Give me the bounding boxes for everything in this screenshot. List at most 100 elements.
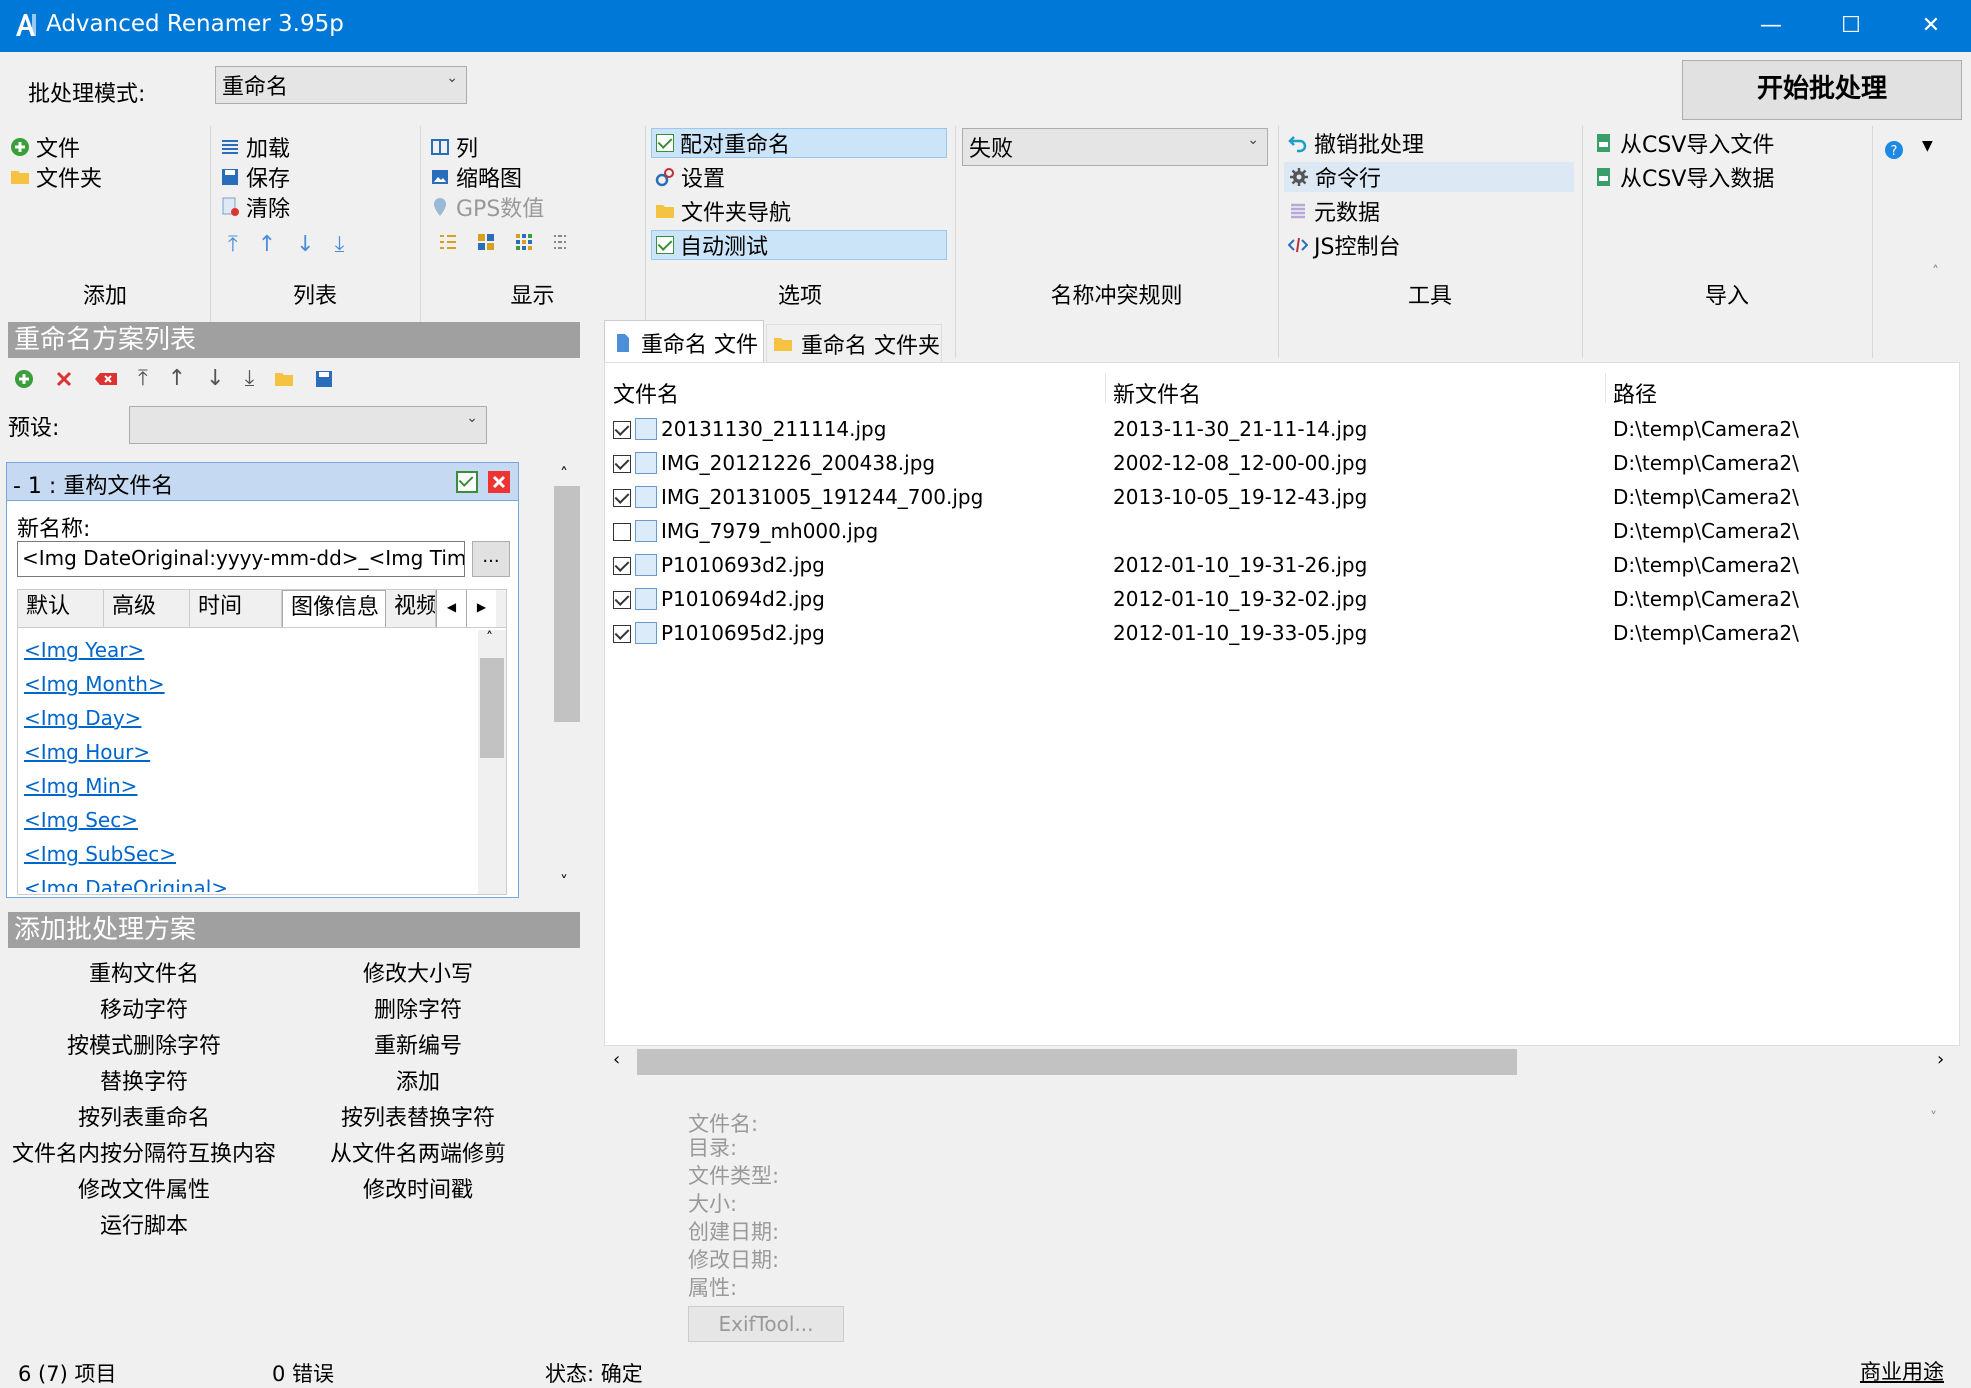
save-icon[interactable] <box>314 369 334 389</box>
methods-scrollbar[interactable]: ˄ ˅ <box>552 462 580 898</box>
file-row-checkbox[interactable] <box>613 557 631 575</box>
scroll-up-icon[interactable]: ˄ <box>560 464 568 483</box>
auto-test-toggle[interactable]: 自动测试 <box>651 230 947 260</box>
import-csv-files-button[interactable]: 从CSV导入文件 <box>1590 128 1774 158</box>
new-name-input[interactable]: <Img DateOriginal:yyyy-mm-dd>_<Img TimeO <box>17 541 465 577</box>
move-bottom-icon[interactable]: ⤓ <box>335 232 345 257</box>
add-method-button[interactable]: 替换字符 <box>8 1064 280 1100</box>
add-method-button[interactable]: 按列表重命名 <box>8 1100 280 1136</box>
pair-rename-toggle[interactable]: 配对重命名 <box>651 128 947 158</box>
file-list-hscrollbar[interactable]: ‹ › <box>605 1047 1959 1077</box>
scroll-left-icon[interactable]: ‹ <box>613 1049 620 1070</box>
remove-method-icon[interactable] <box>54 369 74 389</box>
gps-button[interactable]: GPS数值 <box>430 192 572 222</box>
file-row-checkbox[interactable] <box>613 455 631 473</box>
folder-navigation-button[interactable]: 文件夹导航 <box>651 196 947 226</box>
save-button[interactable]: 保存 <box>220 162 344 192</box>
name-conflict-select[interactable]: 失败 ⌄ <box>962 128 1268 166</box>
metadata-button[interactable]: 元数据 <box>1284 196 1574 226</box>
exiftool-button[interactable]: ExifTool... <box>688 1306 844 1342</box>
tab-default[interactable]: 默认 <box>18 590 104 627</box>
file-row-checkbox[interactable] <box>613 625 631 643</box>
file-row[interactable]: P1010694d2.jpg 2012-01-10_19-32-02.jpg D:\… <box>605 583 1955 617</box>
open-folder-icon[interactable] <box>274 369 294 389</box>
move-down-icon[interactable]: ↓ <box>206 366 224 391</box>
column-header-new-filename[interactable]: 新文件名 <box>1113 377 1201 409</box>
license-link[interactable]: 商业用途 <box>1860 1356 1944 1386</box>
tag-link[interactable]: <Img SubSec> <box>24 842 176 866</box>
move-up-icon[interactable]: ↑ <box>168 366 186 391</box>
thumbnails-button[interactable]: 缩略图 <box>430 162 572 192</box>
file-row[interactable]: 20131130_211114.jpg 2013-11-30_21-11-14.j… <box>605 413 1955 447</box>
scroll-thumb[interactable] <box>480 658 504 758</box>
add-method-button[interactable]: 运行脚本 <box>8 1208 280 1244</box>
undo-batch-button[interactable]: 撤销批处理 <box>1284 128 1574 158</box>
tab-rename-files[interactable]: 重命名 文件 <box>604 320 764 364</box>
add-method-icon[interactable] <box>14 369 34 389</box>
tag-link[interactable]: <Img Day> <box>24 706 141 730</box>
maximize-button[interactable]: ☐ <box>1811 0 1891 52</box>
help-dropdown-icon[interactable]: ▼ <box>1922 138 1933 154</box>
tag-list-scrollbar[interactable]: ˄ <box>478 630 506 894</box>
add-method-button[interactable]: 添加 <box>300 1064 536 1100</box>
clear-button[interactable]: 清除 <box>220 192 344 222</box>
preset-select[interactable]: ⌄ <box>129 406 487 444</box>
tab-rename-folders[interactable]: 重命名 文件夹 <box>766 324 942 362</box>
add-method-button[interactable]: 修改大小写 <box>300 956 536 992</box>
scroll-thumb[interactable] <box>637 1049 1517 1075</box>
add-method-button[interactable]: 从文件名两端修剪 <box>300 1136 536 1172</box>
add-method-button[interactable]: 修改文件属性 <box>8 1172 280 1208</box>
tag-link[interactable]: <Img Month> <box>24 672 165 696</box>
minimize-button[interactable]: — <box>1731 0 1811 52</box>
scroll-down-icon[interactable]: ˅ <box>560 872 568 891</box>
clear-methods-icon[interactable] <box>94 369 118 389</box>
tag-link[interactable]: <Img Year> <box>24 638 144 662</box>
js-console-button[interactable]: JS控制台 <box>1284 230 1574 260</box>
add-method-button[interactable]: 重新编号 <box>300 1028 536 1064</box>
expand-info-icon[interactable]: ˅ <box>1930 1110 1937 1126</box>
file-row[interactable]: IMG_20121226_200438.jpg 2002-12-08_12-00-… <box>605 447 1955 481</box>
import-csv-data-button[interactable]: 从CSV导入数据 <box>1590 162 1774 192</box>
add-files-button[interactable]: 文件 <box>10 132 102 162</box>
tag-link[interactable]: <Img Min> <box>24 774 137 798</box>
move-up-icon[interactable]: ↑ <box>258 232 276 257</box>
file-row[interactable]: P1010693d2.jpg 2012-01-10_19-31-26.jpg D:\… <box>605 549 1955 583</box>
file-row[interactable]: IMG_20131005_191244_700.jpg 2013-10-05_19… <box>605 481 1955 515</box>
scroll-thumb[interactable] <box>554 486 580 722</box>
add-method-button[interactable]: 删除字符 <box>300 992 536 1028</box>
tag-link[interactable]: <Img Hour> <box>24 740 150 764</box>
file-row-checkbox[interactable] <box>613 489 631 507</box>
file-row-checkbox[interactable] <box>613 591 631 609</box>
add-method-button[interactable]: 文件名内按分隔符互换内容 <box>8 1136 280 1172</box>
column-header-filename[interactable]: 文件名 <box>613 377 679 409</box>
method-header[interactable]: - 1 : 重构文件名 <box>7 463 518 501</box>
batch-mode-select[interactable]: 重命名 ⌄ <box>215 66 467 104</box>
tab-video[interactable]: 视频 <box>386 590 436 627</box>
scroll-up-icon[interactable]: ˄ <box>486 630 493 646</box>
file-row[interactable]: P1010695d2.jpg 2012-01-10_19-33-05.jpg D:\… <box>605 617 1955 651</box>
file-row[interactable]: IMG_7979_mh000.jpg D:\temp\Camera2\ <box>605 515 1955 549</box>
add-method-button[interactable]: 重构文件名 <box>8 956 280 992</box>
scroll-right-icon[interactable]: › <box>1937 1049 1944 1070</box>
add-folders-button[interactable]: 文件夹 <box>10 162 102 192</box>
list-view-icon[interactable] <box>552 232 572 252</box>
tag-link[interactable]: <Img DateOriginal> <box>24 876 228 892</box>
close-button[interactable]: ✕ <box>1891 0 1971 52</box>
column-header-path[interactable]: 路径 <box>1613 377 1657 409</box>
small-icons-view-icon[interactable] <box>514 232 534 252</box>
tab-time[interactable]: 时间 <box>190 590 282 627</box>
delete-method-icon[interactable] <box>487 470 511 494</box>
tab-image-info[interactable]: 图像信息 <box>282 590 386 627</box>
move-down-icon[interactable]: ↓ <box>296 232 314 257</box>
add-method-button[interactable]: 按模式删除字符 <box>8 1028 280 1064</box>
help-icon[interactable]: ? <box>1884 140 1904 160</box>
tag-link[interactable]: <Img Sec> <box>24 808 138 832</box>
add-method-button[interactable]: 移动字符 <box>8 992 280 1028</box>
move-top-icon[interactable]: ⤒ <box>228 232 238 257</box>
start-batch-button[interactable]: 开始批处理 <box>1682 60 1962 120</box>
move-bottom-icon[interactable]: ⤓ <box>245 366 255 391</box>
tab-advanced[interactable]: 高级 <box>104 590 190 627</box>
add-method-button[interactable]: 按列表替换字符 <box>300 1100 536 1136</box>
columns-button[interactable]: 列 <box>430 132 572 162</box>
tab-scroll-right-icon[interactable]: ▶ <box>466 590 496 627</box>
